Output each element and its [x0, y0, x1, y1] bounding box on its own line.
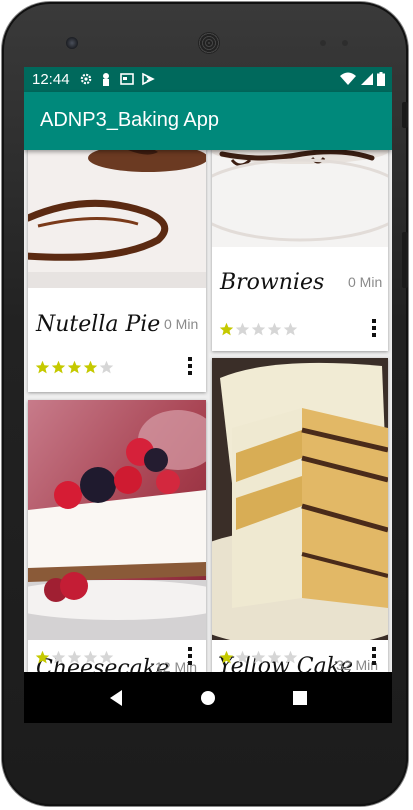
star-empty-icon	[235, 650, 250, 664]
star-empty-icon	[267, 322, 282, 336]
volume-button	[402, 232, 408, 288]
star-filled-icon	[83, 360, 98, 374]
wifi-icon	[340, 72, 356, 85]
star-empty-icon	[283, 322, 298, 336]
yellow-cake-image	[212, 358, 388, 640]
card-icon	[120, 73, 134, 85]
download-icon	[142, 72, 155, 86]
overflow-menu-icon[interactable]	[370, 319, 378, 339]
recipe-name: Brownies	[220, 270, 325, 295]
home-icon[interactable]	[196, 686, 220, 710]
star-empty-icon	[99, 360, 114, 374]
star-empty-icon	[51, 650, 66, 664]
overflow-menu-icon[interactable]	[186, 647, 194, 667]
navigation-bar	[24, 672, 392, 723]
star-empty-icon	[267, 650, 282, 664]
recipe-card-brownies[interactable]: Brownies 0 Min	[212, 150, 388, 351]
nutella-pie-image	[28, 150, 206, 288]
star-empty-icon	[83, 650, 98, 664]
star-empty-icon	[67, 650, 82, 664]
rating-stars	[219, 322, 298, 337]
star-filled-icon	[35, 360, 50, 374]
star-filled-icon	[219, 322, 234, 336]
brownies-image	[212, 150, 388, 247]
status-bar: 12:44	[24, 67, 392, 92]
recipe-card-yellow-cake[interactable]: Yellow Cake 32 Min	[212, 358, 388, 672]
rating-stars	[219, 650, 298, 665]
proximity-sensor	[320, 40, 326, 46]
rating-stars	[35, 650, 114, 665]
light-sensor	[342, 40, 348, 46]
person-icon	[103, 73, 109, 86]
star-filled-icon	[67, 360, 82, 374]
recipe-card-nutella-pie[interactable]: Nutella Pie 0 Min	[28, 150, 206, 392]
recipe-card-cheesecake[interactable]: Cheesecake 12 Min	[28, 400, 206, 672]
star-empty-icon	[251, 322, 266, 336]
front-camera	[66, 37, 78, 49]
overflow-menu-icon[interactable]	[370, 647, 378, 667]
rating-stars	[35, 360, 114, 375]
power-button	[402, 102, 408, 128]
star-filled-icon	[51, 360, 66, 374]
earpiece-speaker	[198, 32, 220, 54]
overflow-menu-icon[interactable]	[186, 357, 194, 377]
app-title: ADNP3_Baking App	[40, 109, 220, 131]
screen: 12:44 ADNP3_Baking App Nutella Pie 0 Min…	[24, 67, 392, 723]
star-filled-icon	[35, 650, 50, 664]
star-empty-icon	[99, 650, 114, 664]
recipe-grid[interactable]: Nutella Pie 0 Min Brownies 0 Min Cheesec…	[24, 150, 392, 672]
recipe-name: Nutella Pie	[36, 312, 161, 337]
gear-icon	[80, 73, 92, 85]
back-icon[interactable]	[104, 686, 128, 710]
cheesecake-image	[28, 400, 206, 640]
signal-icon	[361, 73, 373, 85]
star-empty-icon	[283, 650, 298, 664]
battery-icon	[377, 72, 385, 86]
recents-icon[interactable]	[288, 686, 312, 710]
star-empty-icon	[251, 650, 266, 664]
status-time: 12:44	[32, 71, 70, 88]
star-filled-icon	[219, 650, 234, 664]
phone-frame: 12:44 ADNP3_Baking App Nutella Pie 0 Min…	[2, 2, 408, 806]
recipe-time: 0 Min	[348, 274, 383, 290]
app-bar: ADNP3_Baking App	[24, 92, 392, 150]
recipe-time: 0 Min	[164, 316, 199, 332]
star-empty-icon	[235, 322, 250, 336]
